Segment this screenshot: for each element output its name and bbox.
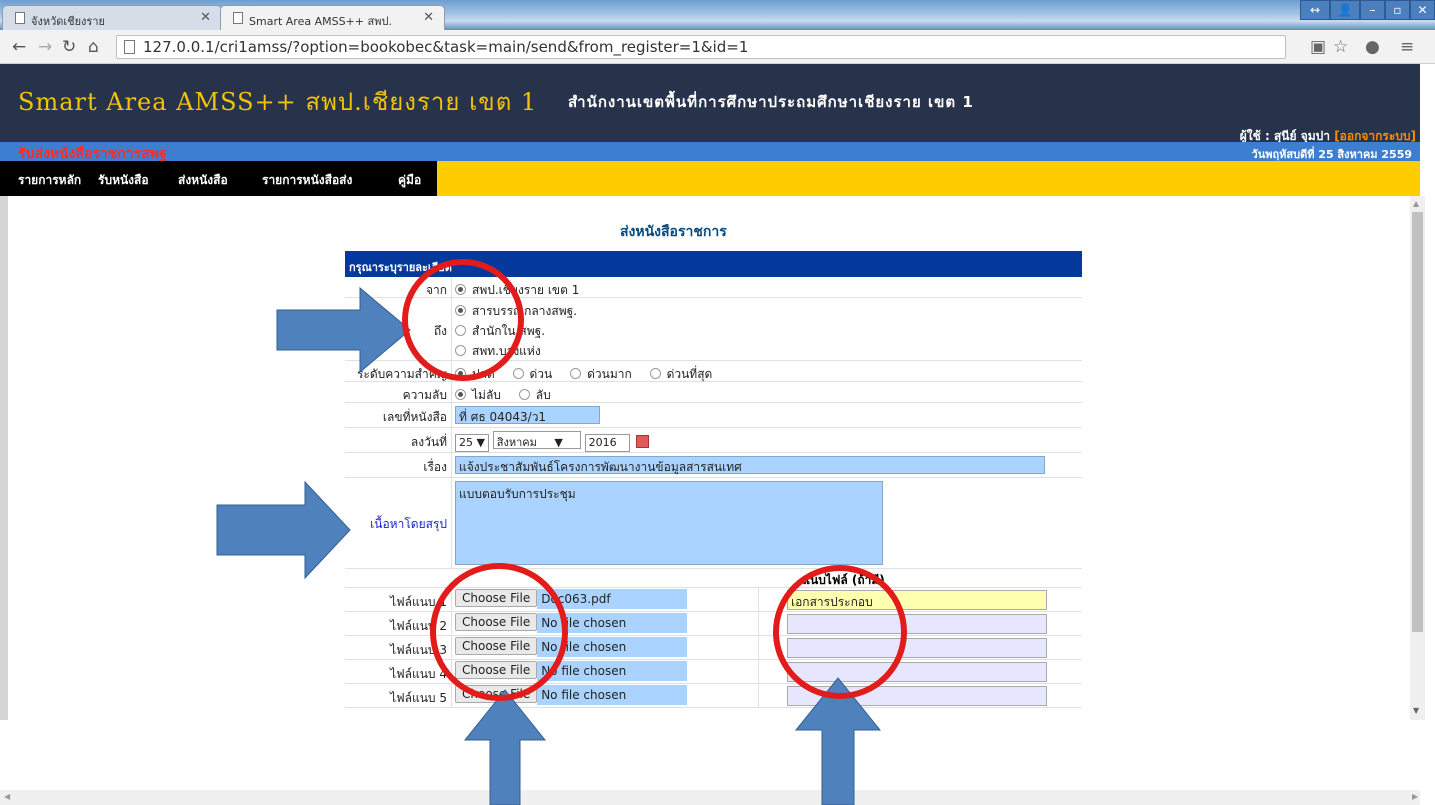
circle-annotation bbox=[773, 565, 907, 699]
circle-annotation bbox=[430, 563, 568, 701]
arrow-annotation bbox=[463, 689, 547, 805]
arrow-annotation bbox=[276, 286, 411, 374]
annotation-overlay bbox=[216, 259, 907, 805]
circle-annotation bbox=[402, 259, 524, 381]
arrow-annotation bbox=[216, 480, 351, 580]
